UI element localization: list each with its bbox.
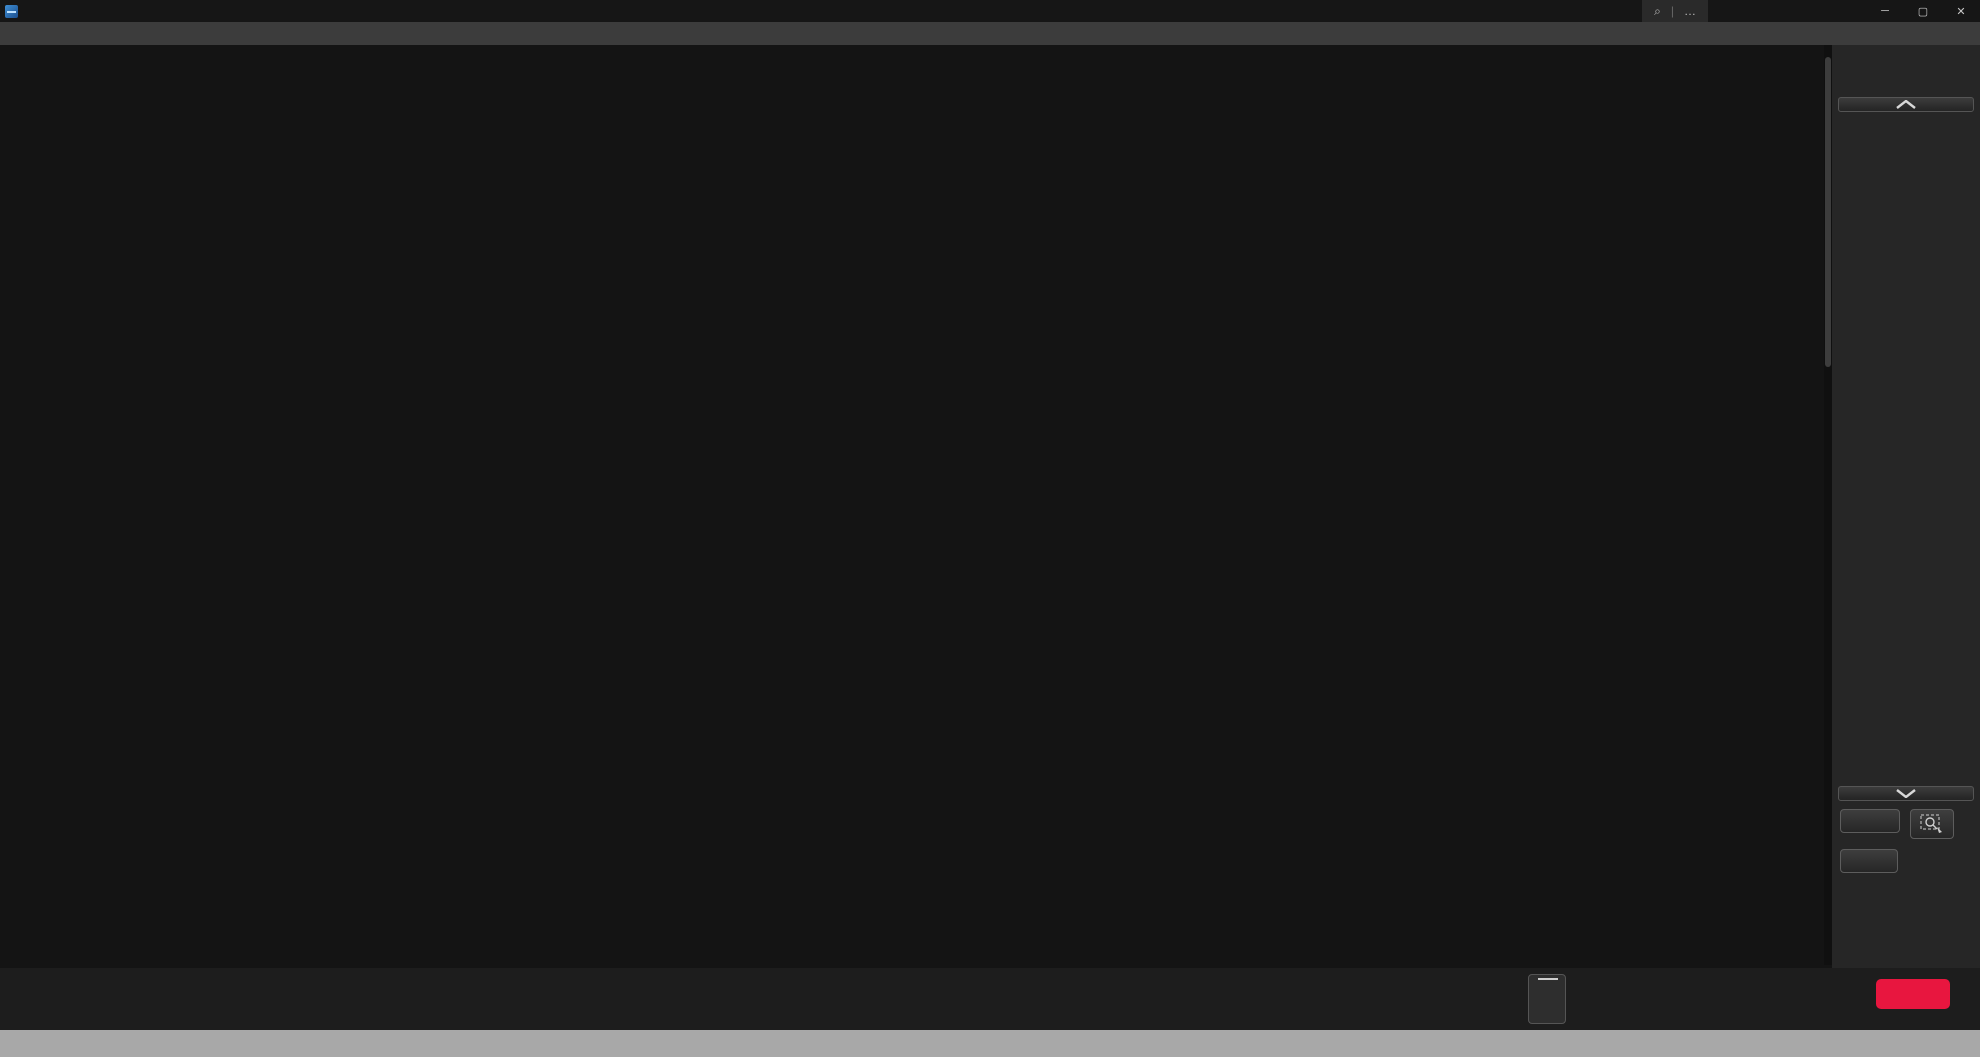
bottom-status-bar — [0, 968, 1980, 1030]
app-icon — [5, 5, 18, 18]
separator: | — [1671, 4, 1674, 18]
titlebar-tools: ⌕ | … — [1642, 0, 1708, 22]
search-zoom-icon[interactable]: ⌕ — [1654, 4, 1661, 19]
menu-bar — [0, 22, 1980, 45]
tektronix-logo — [1832, 45, 1980, 69]
autoset-button[interactable] — [1840, 849, 1898, 873]
chevron-up-icon — [1895, 100, 1917, 109]
stopped-button[interactable] — [1876, 979, 1950, 1009]
close-button[interactable]: ✕ — [1942, 5, 1980, 18]
waveform-views-column — [0, 45, 606, 965]
main-workspace — [0, 45, 1980, 968]
results-panel — [1832, 45, 1980, 968]
title-bar: ⌕ | … ─ ▢ ✕ — [0, 0, 1980, 22]
tsovu-application-window: ⌕ | … ─ ▢ ✕ — [0, 0, 1980, 1057]
zoom-select-button[interactable] — [1910, 809, 1954, 839]
clear-button[interactable] — [1840, 809, 1900, 833]
add-new-heading — [1832, 69, 1980, 89]
equalized-eye-column — [1216, 45, 1822, 965]
window-controls: ─ ▢ ✕ — [1866, 0, 1980, 22]
scroll-down-button[interactable] — [1838, 786, 1974, 801]
panel-scrollbar[interactable] — [1824, 45, 1832, 965]
raw-eye-column — [608, 45, 1214, 965]
desktop-strip — [0, 1030, 1980, 1057]
scroll-up-button[interactable] — [1838, 97, 1974, 112]
maximize-button[interactable]: ▢ — [1904, 5, 1942, 18]
measurement-list — [1836, 116, 1976, 784]
minimize-button[interactable]: ─ — [1866, 5, 1904, 17]
chevron-down-icon — [1895, 789, 1917, 798]
more-options-icon[interactable]: … — [1684, 4, 1696, 18]
add-new-ref-button[interactable] — [1528, 974, 1566, 1024]
zoom-select-icon — [1920, 814, 1944, 834]
